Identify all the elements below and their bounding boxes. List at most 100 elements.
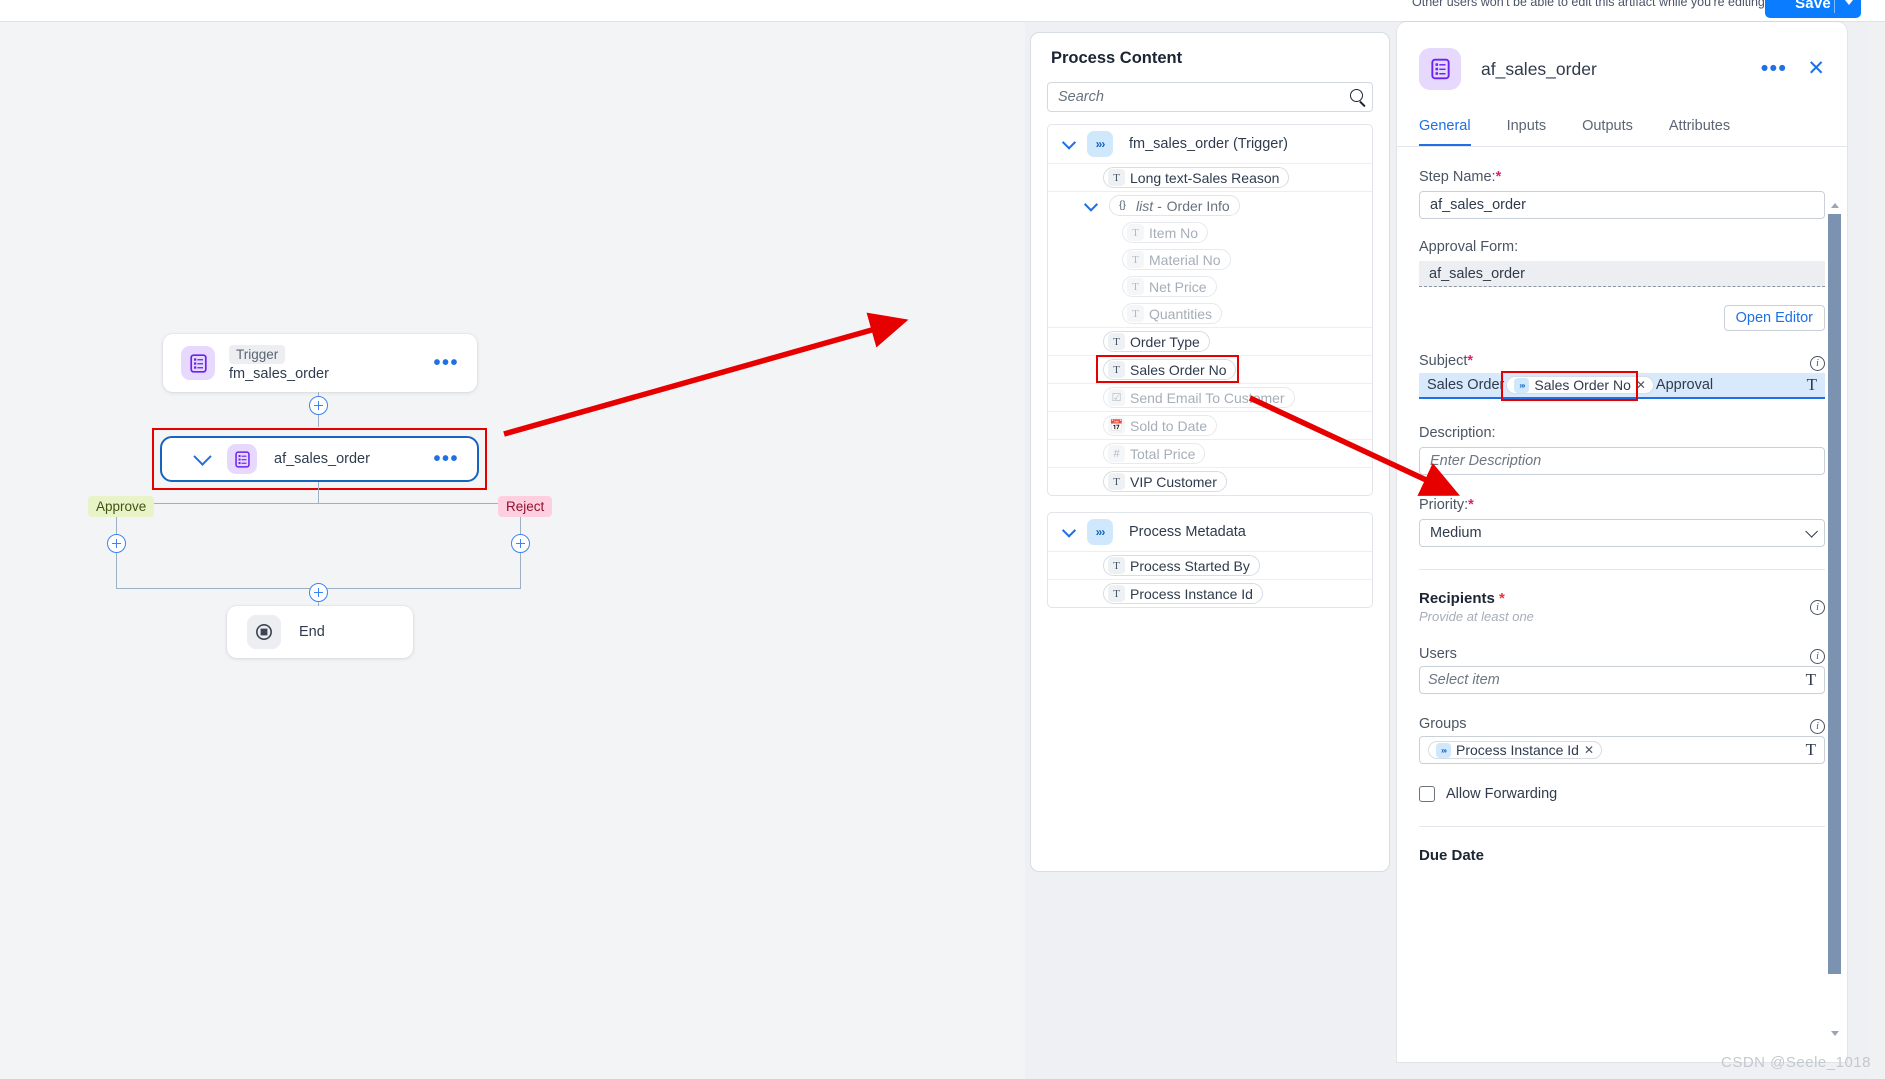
approval-form-label: Approval Form:: [1419, 239, 1519, 255]
form-icon: [181, 346, 215, 380]
field-chip-label: Order Type: [1130, 333, 1200, 350]
process-flow-canvas[interactable]: Trigger fm_sales_order ••• af_sales_orde…: [0, 22, 1025, 1079]
tree-item-send-email-to-customer[interactable]: ☑ Send Email To Customer: [1048, 383, 1372, 411]
open-editor-button[interactable]: Open Editor: [1723, 305, 1825, 331]
text-format-icon[interactable]: T: [1806, 740, 1816, 760]
chevron-down-icon[interactable]: [1083, 197, 1099, 212]
allow-forwarding-row[interactable]: Allow Forwarding: [1419, 786, 1825, 802]
chevron-down-icon[interactable]: [1845, 0, 1853, 5]
tree-item-process-started-by[interactable]: T Process Started By: [1048, 551, 1372, 579]
tree-group-process-metadata: »› Process Metadata T Process Started By…: [1047, 512, 1373, 608]
groups-input[interactable]: »› Process Instance Id ✕ T: [1419, 736, 1825, 764]
priority-value: Medium: [1430, 525, 1482, 541]
chevron-down-icon[interactable]: [193, 446, 212, 466]
field-chip[interactable]: T Quantities: [1122, 303, 1223, 324]
subject-label-text: Subject: [1419, 353, 1468, 369]
flow-node-af-sales-order[interactable]: af_sales_order •••: [160, 436, 479, 482]
add-step-button-1[interactable]: [309, 396, 328, 415]
tab-attributes[interactable]: Attributes: [1669, 118, 1730, 146]
field-chip-label: Send Email To Customer: [1130, 389, 1285, 406]
subject-label: Subject*: [1419, 353, 1473, 369]
add-step-button-end[interactable]: [309, 583, 328, 602]
text-type-icon: T: [1108, 333, 1125, 350]
add-step-button-approve[interactable]: [107, 534, 126, 553]
field-chip[interactable]: T Process Started By: [1103, 555, 1260, 576]
number-type-icon: #: [1108, 445, 1125, 462]
details-scrollbar[interactable]: [1828, 202, 1841, 1037]
window-scrollbar[interactable]: [1870, 22, 1885, 1079]
chevron-down-icon[interactable]: [1061, 135, 1077, 150]
description-placeholder: Enter Description: [1430, 453, 1542, 469]
recipients-title: Recipients *: [1419, 590, 1534, 607]
field-chip[interactable]: T Process Instance Id: [1103, 583, 1263, 604]
details-menu-icon[interactable]: •••: [1761, 58, 1788, 79]
tab-general[interactable]: General: [1419, 118, 1471, 146]
save-button[interactable]: Save: [1765, 0, 1861, 18]
connector-line: [318, 482, 320, 504]
description-input[interactable]: Enter Description: [1419, 447, 1825, 475]
subject-text-suffix: Approval: [1655, 377, 1714, 393]
close-icon[interactable]: ✕: [1807, 58, 1825, 79]
tree-item-sold-to-date[interactable]: 📅 Sold to Date: [1048, 411, 1372, 439]
save-split-divider: [1834, 0, 1835, 13]
field-chip[interactable]: # Total Price: [1103, 443, 1206, 464]
tree-item-quantities[interactable]: T Quantities: [1048, 300, 1372, 327]
step-name-input[interactable]: af_sales_order: [1419, 191, 1825, 219]
remove-token-icon[interactable]: ✕: [1584, 743, 1594, 757]
approval-form-value: af_sales_order: [1419, 261, 1825, 287]
tab-inputs[interactable]: Inputs: [1507, 118, 1547, 146]
tree-group-header[interactable]: »› fm_sales_order (Trigger): [1048, 125, 1372, 163]
step-node-menu-icon[interactable]: •••: [433, 449, 459, 469]
tree-item-vip-customer[interactable]: T VIP Customer: [1048, 467, 1372, 495]
process-content-search[interactable]: Search: [1047, 82, 1373, 112]
checkbox-type-icon: ☑: [1108, 389, 1125, 406]
flow-node-end[interactable]: End: [227, 606, 413, 658]
tree-item-long-text-sales-reason[interactable]: T Long text-Sales Reason: [1048, 163, 1372, 191]
info-icon[interactable]: i: [1810, 355, 1825, 371]
field-chip[interactable]: ☑ Send Email To Customer: [1103, 387, 1295, 408]
trigger-node-menu-icon[interactable]: •••: [433, 353, 459, 373]
info-icon[interactable]: i: [1810, 648, 1825, 664]
tree-item-order-type[interactable]: T Order Type: [1048, 327, 1372, 355]
field-chip[interactable]: T Net Price: [1122, 276, 1217, 297]
groups-token-label: Process Instance Id: [1456, 742, 1579, 758]
users-input[interactable]: Select item T: [1419, 666, 1825, 694]
text-format-icon[interactable]: T: [1807, 375, 1817, 395]
tree-item-sales-order-no[interactable]: T Sales Order No: [1048, 355, 1372, 383]
text-format-icon[interactable]: T: [1806, 670, 1816, 690]
field-chip[interactable]: T Item No: [1122, 222, 1209, 243]
field-chip[interactable]: 📅 Sold to Date: [1103, 415, 1218, 436]
field-chip[interactable]: T Order Type: [1103, 331, 1210, 352]
tree-item-total-price[interactable]: # Total Price: [1048, 439, 1372, 467]
tree-item-material-no[interactable]: T Material No: [1048, 246, 1372, 273]
info-icon[interactable]: i: [1810, 718, 1825, 734]
required-asterisk: *: [1499, 590, 1505, 607]
priority-select[interactable]: Medium: [1419, 519, 1825, 547]
search-icon[interactable]: [1350, 89, 1363, 102]
chevron-down-icon[interactable]: [1805, 524, 1818, 538]
users-placeholder: Select item: [1428, 672, 1500, 688]
section-divider: [1419, 569, 1825, 570]
chevron-down-icon[interactable]: [1061, 523, 1077, 538]
field-chip[interactable]: T Material No: [1122, 249, 1231, 270]
tree-group-header[interactable]: »› Process Metadata: [1048, 513, 1372, 551]
add-step-button-reject[interactable]: [511, 534, 530, 553]
groups-token-chip[interactable]: »› Process Instance Id ✕: [1428, 741, 1603, 759]
scroll-down-arrow-icon[interactable]: [1830, 1031, 1839, 1036]
tree-item-item-no[interactable]: T Item No: [1048, 219, 1372, 246]
tree-item-process-instance-id[interactable]: T Process Instance Id: [1048, 579, 1372, 607]
field-chip[interactable]: T VIP Customer: [1103, 471, 1227, 492]
info-icon[interactable]: i: [1810, 599, 1825, 615]
scroll-up-arrow-icon[interactable]: [1830, 203, 1839, 208]
tab-outputs[interactable]: Outputs: [1582, 118, 1633, 146]
field-chip-label: Quantities: [1149, 305, 1213, 322]
scrollbar-thumb[interactable]: [1828, 214, 1841, 974]
allow-forwarding-checkbox[interactable]: [1419, 786, 1435, 802]
field-chip[interactable]: T Long text-Sales Reason: [1103, 167, 1290, 188]
flow-node-trigger[interactable]: Trigger fm_sales_order •••: [163, 334, 477, 392]
list-chip[interactable]: {} list - Order Info: [1109, 195, 1240, 216]
process-content-title: Process Content: [1051, 49, 1183, 67]
tree-item-order-info[interactable]: {} list - Order Info: [1048, 191, 1372, 219]
recipients-subtitle: Provide at least one: [1419, 609, 1534, 624]
tree-item-net-price[interactable]: T Net Price: [1048, 273, 1372, 300]
